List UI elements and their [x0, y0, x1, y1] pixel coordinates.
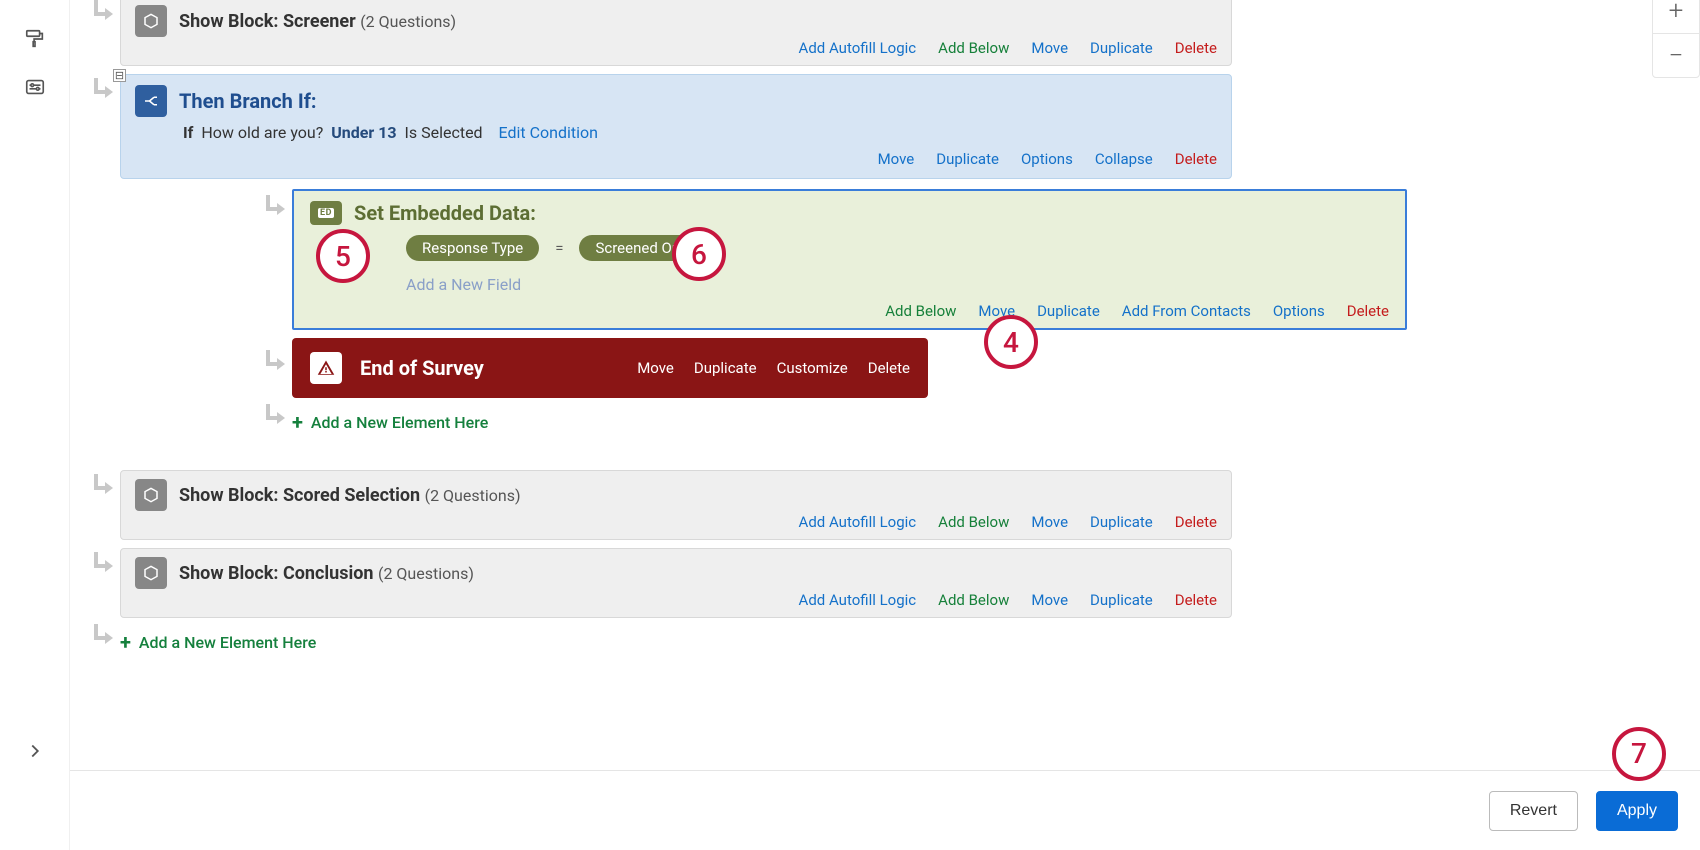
- cube-icon: [135, 479, 167, 511]
- delete-button[interactable]: Delete: [868, 359, 910, 377]
- collapse-button[interactable]: Collapse: [1095, 150, 1153, 168]
- revert-button[interactable]: Revert: [1489, 791, 1578, 831]
- branch-icon: [135, 85, 167, 117]
- customize-button[interactable]: Customize: [777, 359, 848, 377]
- duplicate-button[interactable]: Duplicate: [1090, 591, 1153, 609]
- move-button[interactable]: Move: [978, 302, 1015, 320]
- embedded-field-name[interactable]: Response Type: [406, 235, 539, 261]
- move-button[interactable]: Move: [1031, 39, 1068, 57]
- add-autofill-logic-button[interactable]: Add Autofill Logic: [799, 513, 917, 531]
- block-screener: Show Block: Screener (2 Questions) Add A…: [120, 0, 1232, 66]
- block-scored-selection: Show Block: Scored Selection (2 Question…: [120, 470, 1232, 540]
- flow-arrow-icon: [92, 0, 116, 28]
- embedded-data-block: ED Set Embedded Data: Response Type = Sc…: [292, 189, 1407, 330]
- delete-button[interactable]: Delete: [1175, 591, 1217, 609]
- eos-actions: Move Duplicate Customize Delete: [637, 359, 910, 377]
- flow-arrow-icon: [92, 474, 116, 502]
- end-of-survey-block: End of Survey Move Duplicate Customize D…: [292, 338, 928, 398]
- delete-button[interactable]: Delete: [1175, 39, 1217, 57]
- cube-icon: [135, 557, 167, 589]
- add-below-button[interactable]: Add Below: [885, 302, 956, 320]
- options-button[interactable]: Options: [1273, 302, 1325, 320]
- add-autofill-logic-button[interactable]: Add Autofill Logic: [799, 591, 917, 609]
- collapse-toggle-icon[interactable]: ⊟: [113, 69, 126, 82]
- flow-arrow-icon: [92, 552, 116, 580]
- plus-icon: +: [292, 410, 303, 434]
- branch-actions: Move Duplicate Options Collapse Delete: [135, 148, 1217, 172]
- edit-condition-button[interactable]: Edit Condition: [499, 123, 598, 142]
- duplicate-button[interactable]: Duplicate: [936, 150, 999, 168]
- options-button[interactable]: Options: [1021, 150, 1073, 168]
- flow-arrow-icon: [264, 195, 288, 223]
- branch-condition: If How old are you? Under 13 Is Selected…: [135, 117, 1217, 148]
- block-actions: Add Autofill Logic Add Below Move Duplic…: [135, 37, 1217, 61]
- block-conclusion: Show Block: Conclusion (2 Questions) Add…: [120, 548, 1232, 618]
- embedded-data-title: Set Embedded Data:: [354, 201, 536, 225]
- delete-button[interactable]: Delete: [1175, 150, 1217, 168]
- embedded-actions: Add Below Move Duplicate Add From Contac…: [310, 298, 1389, 322]
- move-button[interactable]: Move: [878, 150, 915, 168]
- plus-icon: +: [120, 630, 131, 654]
- sliders-icon[interactable]: [24, 76, 46, 98]
- branch-title: Then Branch If:: [179, 89, 317, 113]
- left-rail: [0, 0, 70, 850]
- chevron-right-icon[interactable]: [24, 740, 46, 762]
- add-new-field-button[interactable]: Add a New Field: [406, 275, 1389, 294]
- delete-button[interactable]: Delete: [1175, 513, 1217, 531]
- branch-block: ⊟ Then Branch If: If How old are you? Un…: [120, 74, 1232, 179]
- block-actions: Add Autofill Logic Add Below Move Duplic…: [135, 511, 1217, 535]
- eos-title: End of Survey: [360, 356, 619, 380]
- add-below-button[interactable]: Add Below: [938, 513, 1009, 531]
- add-below-button[interactable]: Add Below: [938, 591, 1009, 609]
- flow-arrow-icon: [264, 350, 288, 378]
- flow-arrow-icon: [92, 78, 116, 106]
- add-new-element-button[interactable]: + Add a New Element Here: [120, 624, 1682, 660]
- block-title: Show Block: Conclusion (2 Questions): [179, 563, 474, 584]
- apply-button[interactable]: Apply: [1596, 791, 1678, 831]
- add-new-element-button[interactable]: + Add a New Element Here: [292, 404, 1682, 440]
- block-title: Show Block: Screener (2 Questions): [179, 11, 456, 32]
- move-button[interactable]: Move: [637, 359, 674, 377]
- embedded-field-value[interactable]: Screened Out: [579, 235, 701, 261]
- embedded-data-icon: ED: [310, 201, 342, 225]
- duplicate-button[interactable]: Duplicate: [1090, 513, 1153, 531]
- delete-button[interactable]: Delete: [1347, 302, 1389, 320]
- paint-roller-icon[interactable]: [24, 28, 46, 50]
- duplicate-button[interactable]: Duplicate: [694, 359, 757, 377]
- add-below-button[interactable]: Add Below: [938, 39, 1009, 57]
- flow-arrow-icon: [92, 624, 116, 652]
- footer: Revert Apply 7: [70, 770, 1700, 850]
- warning-icon: [310, 352, 342, 384]
- add-autofill-logic-button[interactable]: Add Autofill Logic: [799, 39, 917, 57]
- move-button[interactable]: Move: [1031, 591, 1068, 609]
- equals-sign: =: [555, 239, 563, 257]
- cube-icon: [135, 5, 167, 37]
- duplicate-button[interactable]: Duplicate: [1037, 302, 1100, 320]
- block-actions: Add Autofill Logic Add Below Move Duplic…: [135, 589, 1217, 613]
- add-from-contacts-button[interactable]: Add From Contacts: [1122, 302, 1251, 320]
- duplicate-button[interactable]: Duplicate: [1090, 39, 1153, 57]
- move-button[interactable]: Move: [1031, 513, 1068, 531]
- flow-arrow-icon: [264, 404, 288, 432]
- block-title: Show Block: Scored Selection (2 Question…: [179, 485, 521, 506]
